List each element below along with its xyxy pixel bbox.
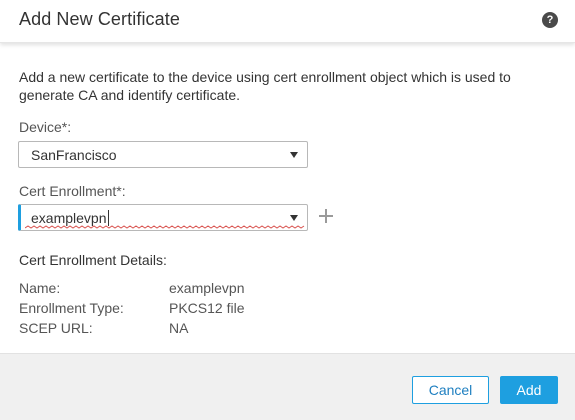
detail-key: Enrollment Type:: [19, 300, 124, 316]
detail-value: examplevpn: [169, 280, 245, 296]
detail-key: Name:: [19, 280, 61, 296]
add-button[interactable]: Add: [500, 376, 558, 404]
details-heading: Cert Enrollment Details:: [19, 252, 167, 268]
help-icon[interactable]: ?: [542, 12, 558, 28]
spellcheck-underline: [25, 225, 305, 229]
cert-enrollment-select[interactable]: examplevpn: [18, 204, 308, 231]
cancel-button[interactable]: Cancel: [412, 376, 489, 404]
add-certificate-dialog: Add New Certificate ? Add a new certific…: [0, 0, 575, 420]
detail-value: NA: [169, 320, 189, 336]
chevron-down-icon: [290, 152, 298, 158]
dialog-description: Add a new certificate to the device usin…: [19, 69, 511, 103]
dialog-title: Add New Certificate: [19, 9, 180, 29]
cert-enrollment-select-value: examplevpn: [31, 210, 107, 226]
detail-value: PKCS12 file: [169, 300, 245, 316]
chevron-down-icon: [290, 215, 298, 221]
device-select-value: SanFrancisco: [31, 147, 117, 163]
detail-key: SCEP URL:: [19, 320, 93, 336]
dialog-footer: Cancel Add: [0, 353, 575, 420]
device-select[interactable]: SanFrancisco: [18, 141, 308, 168]
add-cert-enrollment-plus-icon[interactable]: [319, 209, 333, 223]
device-label: Device*:: [19, 119, 72, 135]
cert-enrollment-label: Cert Enrollment*:: [19, 183, 126, 199]
dialog-header: Add New Certificate ?: [0, 0, 575, 43]
